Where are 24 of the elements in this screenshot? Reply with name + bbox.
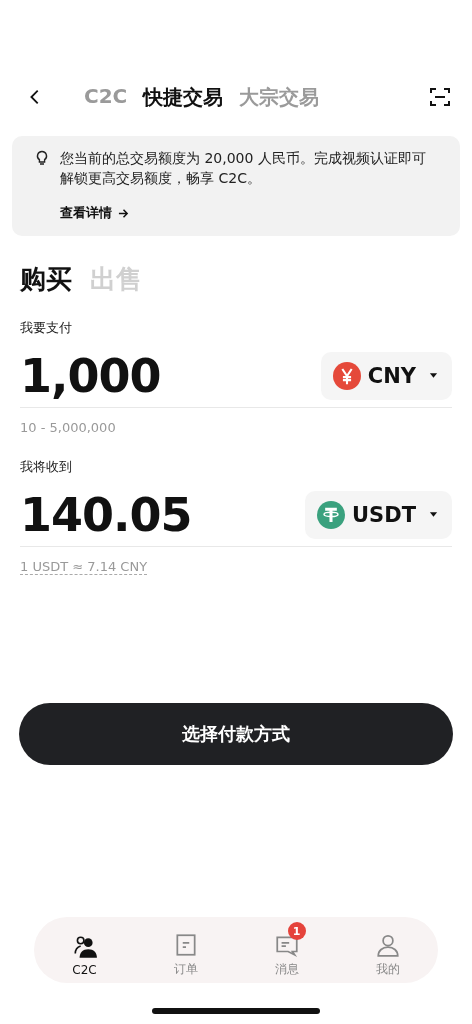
field-label: 我要支付 <box>20 319 73 337</box>
nav-item[interactable]: C2C <box>54 923 115 977</box>
caret-icon <box>429 373 438 379</box>
caret-icon <box>429 512 438 518</box>
field-label: 我将收到 <box>20 458 73 476</box>
amount-input[interactable]: 1,000 <box>20 349 161 403</box>
yuan-coin-icon <box>332 362 361 390</box>
people-icon <box>71 933 98 960</box>
arrow-icon <box>118 207 129 219</box>
amount-input[interactable]: 140.05 <box>20 488 192 542</box>
count-badge: 1 <box>287 922 306 940</box>
payment-method-button[interactable]: 选择付款方式 <box>19 703 453 765</box>
currency-selector[interactable]: USDT <box>305 491 452 539</box>
scan-icon[interactable] <box>428 85 452 109</box>
tether-coin-icon <box>317 501 346 529</box>
nav-tab[interactable]: 快捷交易 <box>143 83 224 111</box>
notice-text: 您当前的总交易额度为 20,000 人民币。完成视频认证即可解锁更高交易额度，畅享 C2C。 <box>60 149 427 188</box>
nav-item[interactable]: 1 消息 <box>256 922 317 978</box>
currency-selector[interactable]: CNY <box>320 352 452 400</box>
trade-tab[interactable]: 购买 <box>20 262 72 297</box>
lightbulb-icon <box>34 150 50 166</box>
range-text: 10 - 5,000,000 <box>20 420 116 435</box>
person-icon <box>374 932 401 958</box>
details-link[interactable]: 查看详情 <box>60 204 129 222</box>
